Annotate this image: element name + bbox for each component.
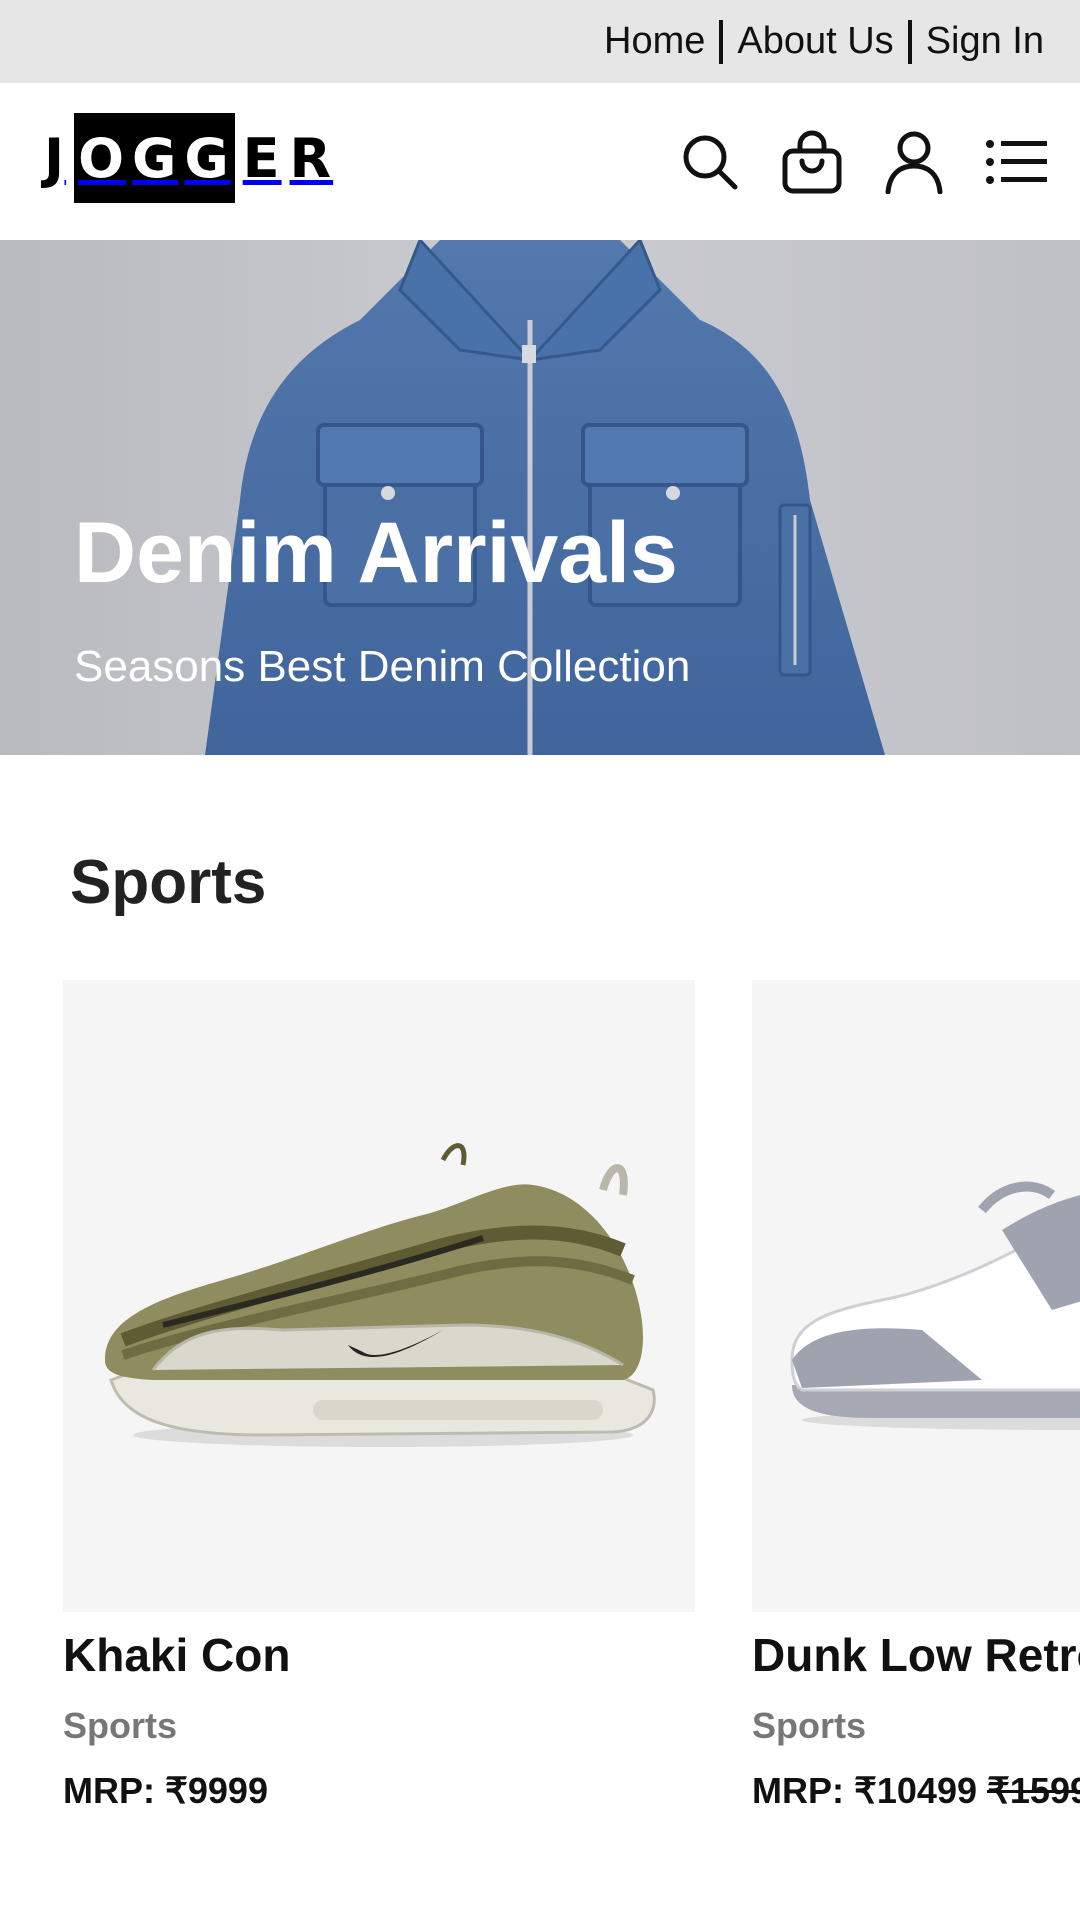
logo-letter: G — [184, 126, 231, 190]
product-image[interactable] — [752, 980, 1080, 1612]
home-link[interactable]: Home — [604, 20, 705, 63]
logo-highlight: O G G — [74, 113, 235, 203]
site-header: J O G G E R — [0, 83, 1080, 240]
product-name[interactable]: Khaki Con — [63, 1628, 290, 1683]
product-card[interactable]: Dunk Low Retro Sports MRP: ₹10499₹15999 — [752, 980, 1080, 1811]
logo-letter: E — [242, 126, 282, 190]
logo-letter: J — [44, 126, 67, 190]
logo-letter: G — [132, 126, 179, 190]
logo-letter: R — [289, 126, 334, 190]
about-us-link[interactable]: About Us — [737, 20, 893, 63]
section-title: Sports — [70, 848, 267, 917]
product-name[interactable]: Dunk Low Retro — [752, 1628, 1080, 1683]
nav-divider — [719, 19, 724, 64]
sign-in-link[interactable]: Sign In — [926, 20, 1044, 63]
hero-banner[interactable]: Denim Arrivals Seasons Best Denim Collec… — [0, 240, 1080, 755]
price-value: MRP: ₹9999 — [63, 1770, 268, 1811]
logo[interactable]: J O G G E R — [36, 113, 341, 203]
product-category: Sports — [63, 1705, 178, 1746]
cart-icon[interactable] — [778, 128, 846, 196]
nav-divider — [907, 19, 912, 64]
hero-subtitle: Seasons Best Denim Collection — [74, 642, 691, 691]
price-value: MRP: ₹10499 — [752, 1770, 977, 1811]
product-category: Sports — [752, 1705, 867, 1746]
original-price: ₹15999 — [987, 1770, 1080, 1811]
product-card[interactable]: Khaki Con Sports MRP: ₹9999 — [63, 980, 695, 1811]
user-icon[interactable] — [880, 128, 948, 196]
search-icon[interactable] — [676, 128, 744, 196]
header-actions — [676, 83, 1050, 240]
hero-title: Denim Arrivals — [74, 505, 678, 601]
top-nav: Home About Us Sign In — [604, 0, 1044, 83]
product-price: MRP: ₹9999 — [63, 1770, 268, 1812]
product-price: MRP: ₹10499₹15999 — [752, 1770, 1080, 1812]
logo-letter: O — [78, 126, 126, 190]
menu-icon[interactable] — [982, 128, 1050, 196]
product-image[interactable] — [63, 980, 695, 1612]
top-utility-bar: Home About Us Sign In — [0, 0, 1080, 83]
